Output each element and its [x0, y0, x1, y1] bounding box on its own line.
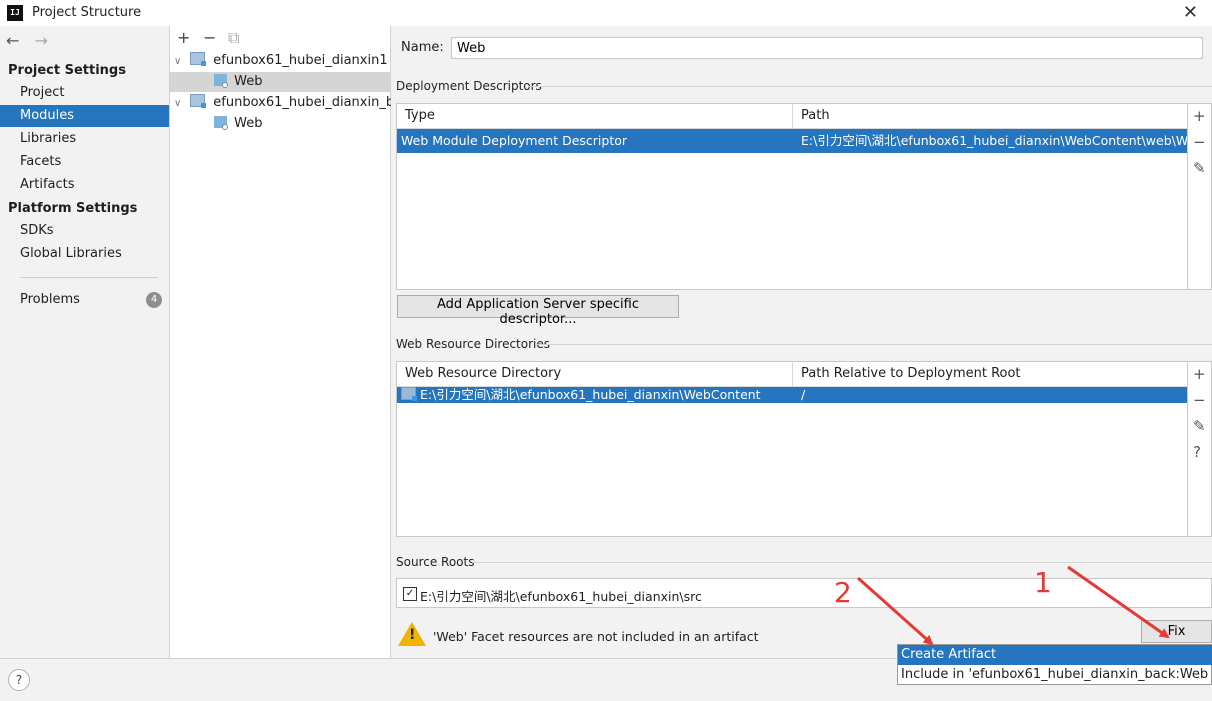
annotation-overlay: [857, 565, 1170, 646]
annotation-arrow-1: [1067, 565, 1170, 639]
annotation-number-1: 1: [1034, 566, 1052, 599]
annotation-number-2: 2: [834, 576, 852, 609]
annotation-arrow-2: [857, 576, 934, 646]
